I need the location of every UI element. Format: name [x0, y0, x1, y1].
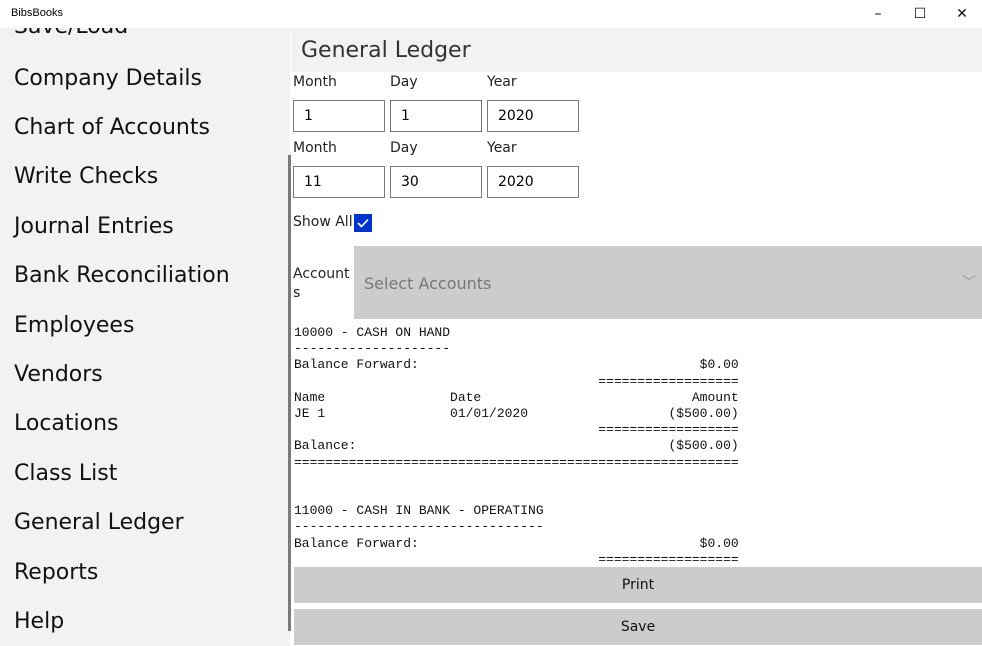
accounts-select[interactable]: Select Accounts ﹀: [354, 246, 982, 319]
title-bar: BibsBooks – ☐ ✕: [0, 0, 982, 28]
start-day-label: Day: [390, 74, 418, 90]
accounts-label: Accounts: [293, 266, 350, 301]
end-year-label: Year: [487, 140, 517, 156]
sidebar-item-save-load[interactable]: Save/Load: [14, 28, 128, 39]
maximize-button[interactable]: ☐: [899, 0, 941, 28]
end-month-label: Month: [293, 140, 337, 156]
show-all-label: Show All: [293, 214, 353, 230]
start-month-input[interactable]: 1: [293, 100, 385, 132]
sidebar-item-locations[interactable]: Locations: [14, 411, 119, 436]
sidebar-item-class-list[interactable]: Class List: [14, 461, 117, 486]
sidebar: Save/Load Company Details Chart of Accou…: [0, 28, 290, 646]
save-button[interactable]: Save: [294, 609, 982, 645]
sidebar-item-help[interactable]: Help: [14, 609, 64, 634]
sidebar-item-journal-entries[interactable]: Journal Entries: [14, 214, 174, 239]
page-header: General Ledger: [291, 28, 982, 72]
checkmark-icon: [357, 218, 369, 228]
sidebar-item-employees[interactable]: Employees: [14, 313, 134, 338]
main-content: General Ledger Month Day Year 1 1 2020 M…: [291, 28, 982, 646]
print-button[interactable]: Print: [294, 567, 982, 603]
sidebar-item-reports[interactable]: Reports: [14, 560, 98, 585]
start-year-input[interactable]: 2020: [487, 100, 579, 132]
end-day-label: Day: [390, 140, 418, 156]
close-button[interactable]: ✕: [941, 0, 982, 28]
sidebar-item-chart-of-accounts[interactable]: Chart of Accounts: [14, 115, 210, 140]
page-title: General Ledger: [301, 38, 471, 63]
start-month-label: Month: [293, 74, 337, 90]
sidebar-item-vendors[interactable]: Vendors: [14, 362, 103, 387]
accounts-select-placeholder: Select Accounts: [364, 274, 492, 293]
maximize-icon: ☐: [913, 6, 927, 22]
show-all-checkbox[interactable]: [354, 214, 372, 232]
end-year-input[interactable]: 2020: [487, 166, 579, 198]
chevron-down-icon: ﹀: [962, 275, 976, 291]
app-title: BibsBooks: [11, 7, 63, 19]
sidebar-item-company-details[interactable]: Company Details: [14, 66, 202, 91]
minimize-button[interactable]: –: [857, 0, 899, 28]
start-day-input[interactable]: 1: [390, 100, 482, 132]
sidebar-item-bank-reconciliation[interactable]: Bank Reconciliation: [14, 263, 230, 288]
ledger-report: 10000 - CASH ON HAND -------------------…: [294, 325, 739, 563]
close-icon: ✕: [956, 6, 968, 22]
sidebar-item-write-checks[interactable]: Write Checks: [14, 164, 158, 189]
minimize-icon: –: [874, 6, 882, 22]
end-day-input[interactable]: 30: [390, 166, 482, 198]
end-month-input[interactable]: 11: [293, 166, 385, 198]
start-year-label: Year: [487, 74, 517, 90]
sidebar-item-general-ledger[interactable]: General Ledger: [14, 510, 184, 535]
app-window: BibsBooks – ☐ ✕ Save/Load Company Detail…: [0, 0, 982, 646]
